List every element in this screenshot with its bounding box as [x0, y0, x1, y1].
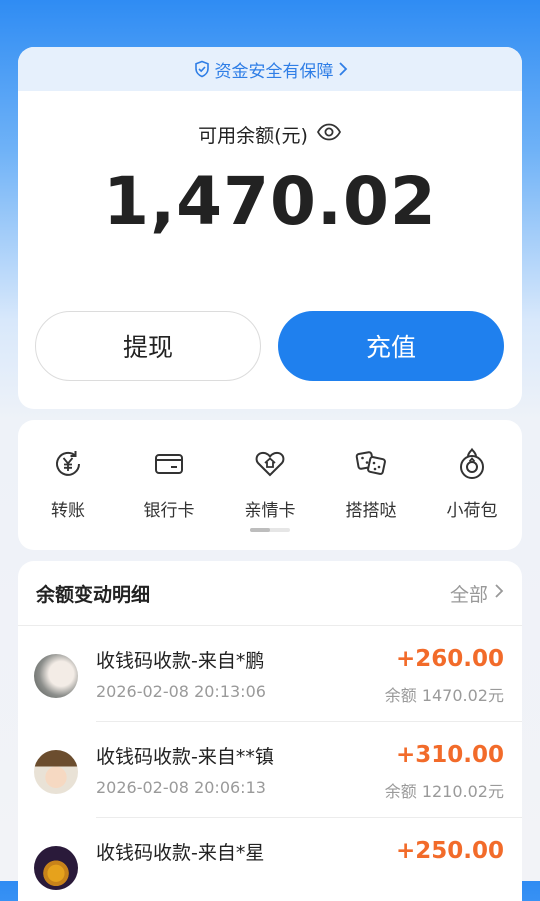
action-purse[interactable]: 小荷包	[422, 446, 522, 521]
balance-label-row: 可用余额(元)	[18, 121, 522, 148]
view-all-link[interactable]: 全部	[450, 580, 504, 607]
action-dadada[interactable]: 搭搭哒	[321, 446, 421, 521]
action-label: 转账	[51, 501, 85, 521]
transaction-balance: 余额 1470.02元	[384, 686, 504, 705]
transaction-row[interactable]: 收钱码收款-来自**镇 2026-02-08 20:06:13 +310.00 …	[18, 722, 522, 818]
transactions-header: 余额变动明细 全部	[18, 561, 522, 626]
shield-check-icon	[193, 60, 211, 78]
chevron-right-icon	[338, 61, 348, 77]
action-label: 小荷包	[446, 501, 498, 521]
transaction-amount: +310.00	[395, 742, 504, 768]
purse-icon	[454, 446, 490, 482]
transaction-amount: +260.00	[395, 646, 504, 672]
action-label: 亲情卡	[244, 501, 296, 521]
chevron-right-icon	[494, 582, 504, 604]
view-all-label: 全部	[449, 583, 488, 606]
transaction-row[interactable]: 收钱码收款-来自*鹏 2026-02-08 20:13:06 +260.00 余…	[18, 626, 522, 722]
transaction-time: 2026-02-08 20:06:13	[96, 778, 266, 797]
eye-icon[interactable]	[316, 122, 342, 147]
transaction-name: 收钱码收款-来自**镇	[96, 746, 274, 768]
balance-label: 可用余额(元)	[198, 125, 308, 147]
action-family-card[interactable]: 亲情卡	[220, 446, 320, 521]
action-label: 银行卡	[143, 501, 195, 521]
transactions-title: 余额变动明细	[36, 583, 151, 606]
transaction-name: 收钱码收款-来自*星	[96, 842, 265, 864]
avatar	[34, 846, 78, 890]
transaction-row[interactable]: 收钱码收款-来自*星 +250.00	[18, 818, 522, 901]
transaction-time: 2026-02-08 20:13:06	[96, 682, 266, 701]
balance-amount: 1,470.02	[103, 163, 437, 240]
bank-card-icon	[151, 446, 187, 482]
action-transfer[interactable]: 转账	[18, 446, 118, 521]
family-card-icon	[252, 446, 288, 482]
transactions-card: 余额变动明细 全部 收钱码收款-来自*鹏 2026-02-08 20:13:06…	[18, 561, 522, 901]
transfer-yen-icon	[50, 446, 86, 482]
fund-safety-text: 资金安全有保障	[214, 61, 334, 82]
avatar	[34, 750, 78, 794]
page-indicator	[250, 528, 290, 532]
avatar	[34, 654, 78, 698]
transaction-balance: 余额 1210.02元	[384, 782, 504, 801]
action-label: 搭搭哒	[345, 501, 397, 521]
fund-safety-banner[interactable]: 资金安全有保障	[18, 47, 522, 91]
page-indicator-active	[250, 528, 270, 532]
quick-actions-card: 转账 银行卡 亲情卡 搭搭哒 小荷包	[18, 420, 522, 550]
transaction-name: 收钱码收款-来自*鹏	[96, 650, 265, 672]
recharge-button[interactable]: 充值	[278, 311, 504, 381]
withdraw-button[interactable]: 提现	[35, 311, 261, 381]
transaction-amount: +250.00	[395, 838, 504, 864]
balance-card: 资金安全有保障 可用余额(元) 1,470.02 提现 充值	[18, 47, 522, 409]
dice-icon	[353, 446, 389, 482]
action-bank-card[interactable]: 银行卡	[119, 446, 219, 521]
